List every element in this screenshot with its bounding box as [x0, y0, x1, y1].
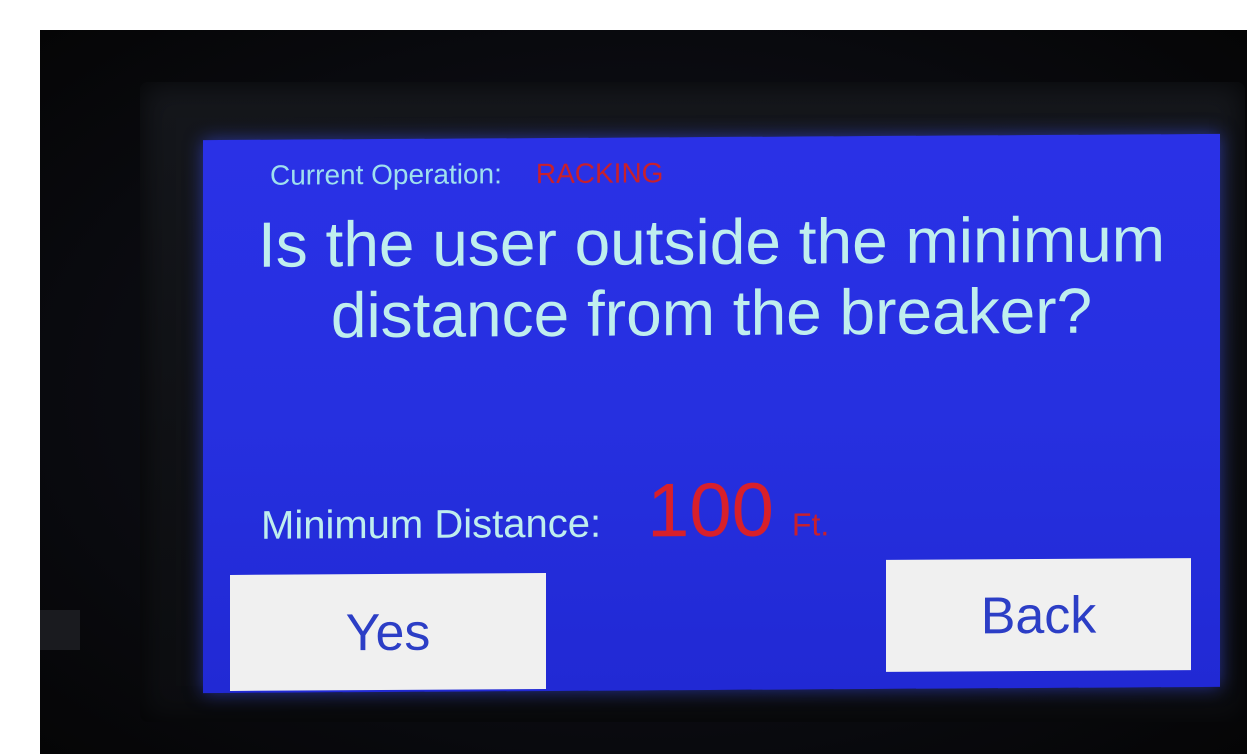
back-button[interactable]: Back [886, 558, 1191, 672]
yes-button[interactable]: Yes [230, 573, 546, 691]
current-operation-row: Current Operation: RACKING [270, 157, 663, 191]
device-photo: Current Operation: RACKING Is the user ou… [40, 30, 1247, 754]
current-operation-value: RACKING [535, 157, 664, 190]
question-text: Is the user outside the minimum distance… [257, 203, 1166, 352]
minimum-distance-unit: Ft. [791, 506, 830, 543]
wall-edge [40, 610, 80, 650]
minimum-distance-row: Minimum Distance: 100 Ft. [261, 466, 829, 556]
minimum-distance-label: Minimum Distance: [261, 501, 602, 548]
touch-screen: Current Operation: RACKING Is the user ou… [203, 133, 1220, 694]
minimum-distance-value: 100 [647, 467, 774, 554]
current-operation-label: Current Operation: [270, 158, 502, 191]
